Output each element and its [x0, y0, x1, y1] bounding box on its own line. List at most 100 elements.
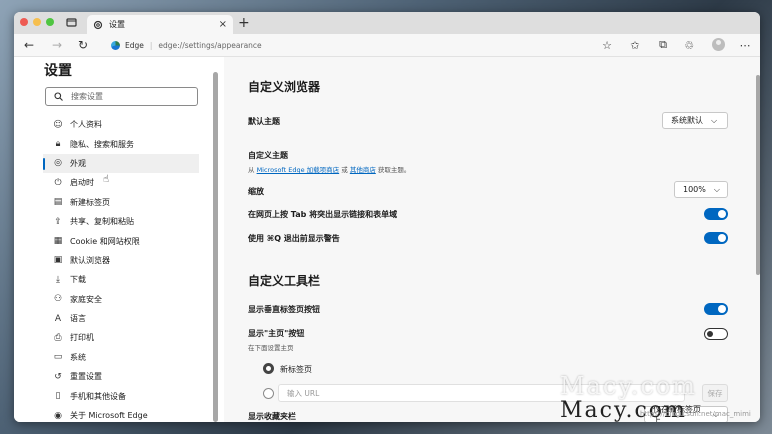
other-stores-link[interactable]: 其他商店 [350, 166, 376, 174]
sidebar-item-label: 外观 [70, 158, 86, 168]
sidebar-item-label: 手机和其他设备 [70, 391, 126, 401]
custom-theme-desc: 从 Microsoft Edge 加载项商店 或 其他商店 获取主题。 [248, 164, 728, 174]
section-title-customize-toolbar: 自定义工具栏 [248, 274, 321, 288]
close-tab-icon[interactable]: × [219, 19, 227, 30]
sidebar-item[interactable]: ◎ 外观 [43, 153, 199, 174]
sidebar-item-label: 隐私、搜索和服务 [70, 139, 134, 149]
tab-highlight-toggle[interactable] [704, 208, 728, 220]
quit-warning-label: 使用 ⌘Q 退出前显示警告 [248, 234, 340, 243]
quit-warning-row: 使用 ⌘Q 退出前显示警告 [248, 232, 728, 244]
sidebar-item[interactable]: ▤ 新建标签页 [43, 193, 199, 212]
default-theme-select[interactable]: 系统默认 ⌵ [662, 112, 728, 129]
sidebar-item[interactable]: ↺ 重置设置 [43, 367, 199, 386]
chevron-down-icon: ⌵ [713, 184, 720, 194]
browser-tab[interactable]: 设置 × [87, 15, 233, 34]
vertical-tabs-row: 显示垂直标签页按钮 [248, 303, 728, 315]
home-button-sub: 在下面设置主页 [248, 344, 294, 352]
sidebar-item[interactable]: ☺ 个人资料 [43, 115, 199, 134]
palette-icon: ◎ [54, 158, 62, 169]
share-icon: ⇪ [54, 216, 62, 227]
search-icon [54, 92, 63, 101]
home-button-label: 显示"主页"按钮 [248, 329, 305, 338]
minimize-window-button[interactable] [33, 18, 41, 26]
custom-theme-row: 自定义主题 从 Microsoft Edge 加载项商店 或 其他商店 获取主题… [248, 150, 728, 174]
chevron-down-icon: ⌵ [711, 115, 718, 125]
window-controls [20, 18, 54, 26]
sidebar-item[interactable]: ⎙ 打印机 [43, 328, 199, 347]
gear-icon [93, 20, 103, 30]
tab-actions-icon[interactable] [65, 16, 78, 29]
sidebar-item[interactable]: ▯ 手机和其他设备 [43, 386, 199, 405]
refresh-icon[interactable]: ↻ [78, 38, 88, 52]
sidebar-item-label: 打印机 [70, 333, 94, 343]
profile-avatar[interactable] [712, 38, 725, 51]
default-theme-row: 默认主题 系统默认 ⌵ [248, 112, 728, 129]
extensions-icon[interactable]: ♲ [682, 38, 696, 52]
sidebar-title: 设置 [44, 63, 72, 79]
sidebar-item[interactable]: ⇪ 共享、复制和粘贴 [43, 212, 199, 231]
sidebar-item-label: 重置设置 [70, 372, 102, 382]
save-button[interactable]: 保存 [702, 384, 728, 402]
edge-logo-icon [111, 41, 120, 50]
title-bar: 设置 × + [14, 12, 760, 34]
radio-url[interactable] [263, 388, 274, 399]
edge-icon: ◉ [54, 410, 62, 421]
sidebar-item[interactable]: ⤓ 下载 [43, 270, 199, 289]
radio-newtab[interactable] [263, 363, 274, 374]
phone-icon: ▯ [55, 391, 61, 402]
sidebar-item-label: 下载 [70, 275, 86, 285]
power-icon: ⏻ [54, 177, 62, 188]
browser-icon: ▣ [53, 255, 63, 266]
section-title-customize-browser: 自定义浏览器 [248, 80, 321, 94]
more-menu-icon[interactable]: ⋯ [738, 38, 752, 52]
vertical-tabs-toggle[interactable] [704, 303, 728, 315]
addons-store-link[interactable]: Microsoft Edge 加载项商店 [257, 166, 340, 174]
download-icon: ⤓ [56, 274, 60, 285]
cookie-icon: ▦ [53, 236, 63, 247]
sidebar-item[interactable]: 🔒︎ 隐私、搜索和服务 [43, 134, 199, 153]
main-scrollbar[interactable] [756, 75, 760, 275]
sidebar-nav: ☺ 个人资料 🔒︎ 隐私、搜索和服务 ◎ 外观 ⏻ 启动时 ▤ 新建标签页 ⇪ 共享、复制和粘贴 ▦ Co… [43, 115, 199, 422]
collections-icon[interactable]: ⧉ [656, 38, 670, 52]
home-button-row: 显示"主页"按钮 在下面设置主页 [248, 328, 728, 352]
close-window-button[interactable] [20, 18, 28, 26]
sidebar-item[interactable]: ⏻ 启动时 [43, 173, 199, 192]
address-bar[interactable]: Edge | edge://settings/appearance [111, 38, 589, 53]
url-placeholder: 输入 URL [287, 388, 320, 398]
zoom-select[interactable]: 100% ⌵ [674, 181, 728, 198]
sidebar-item-label: 家庭安全 [70, 294, 102, 304]
quit-warning-toggle[interactable] [704, 232, 728, 244]
sidebar-scrollbar[interactable] [213, 72, 218, 422]
system-icon: ▭ [53, 352, 63, 363]
sidebar-item[interactable]: A 语言 [43, 309, 199, 328]
address-url: edge://settings/appearance [158, 41, 262, 50]
settings-sidebar: 设置 搜索设置 ☺ 个人资料 🔒︎ 隐私、搜索和服务 ◎ 外观 ⏻ 启动时 ▤ 新建标签页 ⇪ 共享、… [14, 57, 213, 422]
sidebar-item-label: 系统 [70, 352, 86, 362]
new-tab-icon[interactable]: + [238, 15, 250, 31]
back-icon[interactable]: ← [24, 38, 34, 52]
favorites-icon[interactable]: ✩ [628, 38, 642, 52]
vertical-tabs-label: 显示垂直标签页按钮 [248, 305, 320, 314]
printer-icon: ⎙ [54, 332, 62, 343]
settings-main: 自定义浏览器 默认主题 系统默认 ⌵ 自定义主题 从 Microsoft Edg… [224, 57, 760, 422]
home-button-toggle[interactable] [704, 328, 728, 340]
search-placeholder: 搜索设置 [71, 92, 103, 101]
sidebar-item[interactable]: ▭ 系统 [43, 348, 199, 367]
sidebar-item[interactable]: ◉ 关于 Microsoft Edge [43, 406, 199, 422]
sidebar-item[interactable]: ▦ Cookie 和网站权限 [43, 231, 199, 250]
sidebar-item-label: 语言 [70, 314, 86, 324]
browser-window: 设置 × + ← → ↻ Edge | edge://settings/appe… [14, 12, 760, 422]
forward-icon[interactable]: → [52, 38, 62, 52]
sidebar-item-label: 共享、复制和粘贴 [70, 217, 134, 227]
custom-theme-suffix: 获取主题。 [377, 166, 411, 174]
maximize-window-button[interactable] [46, 18, 54, 26]
favorite-add-icon[interactable]: ☆ [600, 38, 614, 52]
sidebar-item[interactable]: ⚇ 家庭安全 [43, 290, 199, 309]
tab-highlight-label: 在网页上按 Tab 将突出显示链接和表单域 [248, 210, 398, 219]
search-input[interactable]: 搜索设置 [45, 87, 198, 106]
zoom-row: 缩放 100% ⌵ [248, 181, 728, 198]
sidebar-item[interactable]: ▣ 默认浏览器 [43, 251, 199, 270]
family-icon: ⚇ [53, 294, 63, 305]
sidebar-item-label: 启动时 [70, 178, 94, 188]
sidebar-item-label: 默认浏览器 [70, 255, 110, 265]
